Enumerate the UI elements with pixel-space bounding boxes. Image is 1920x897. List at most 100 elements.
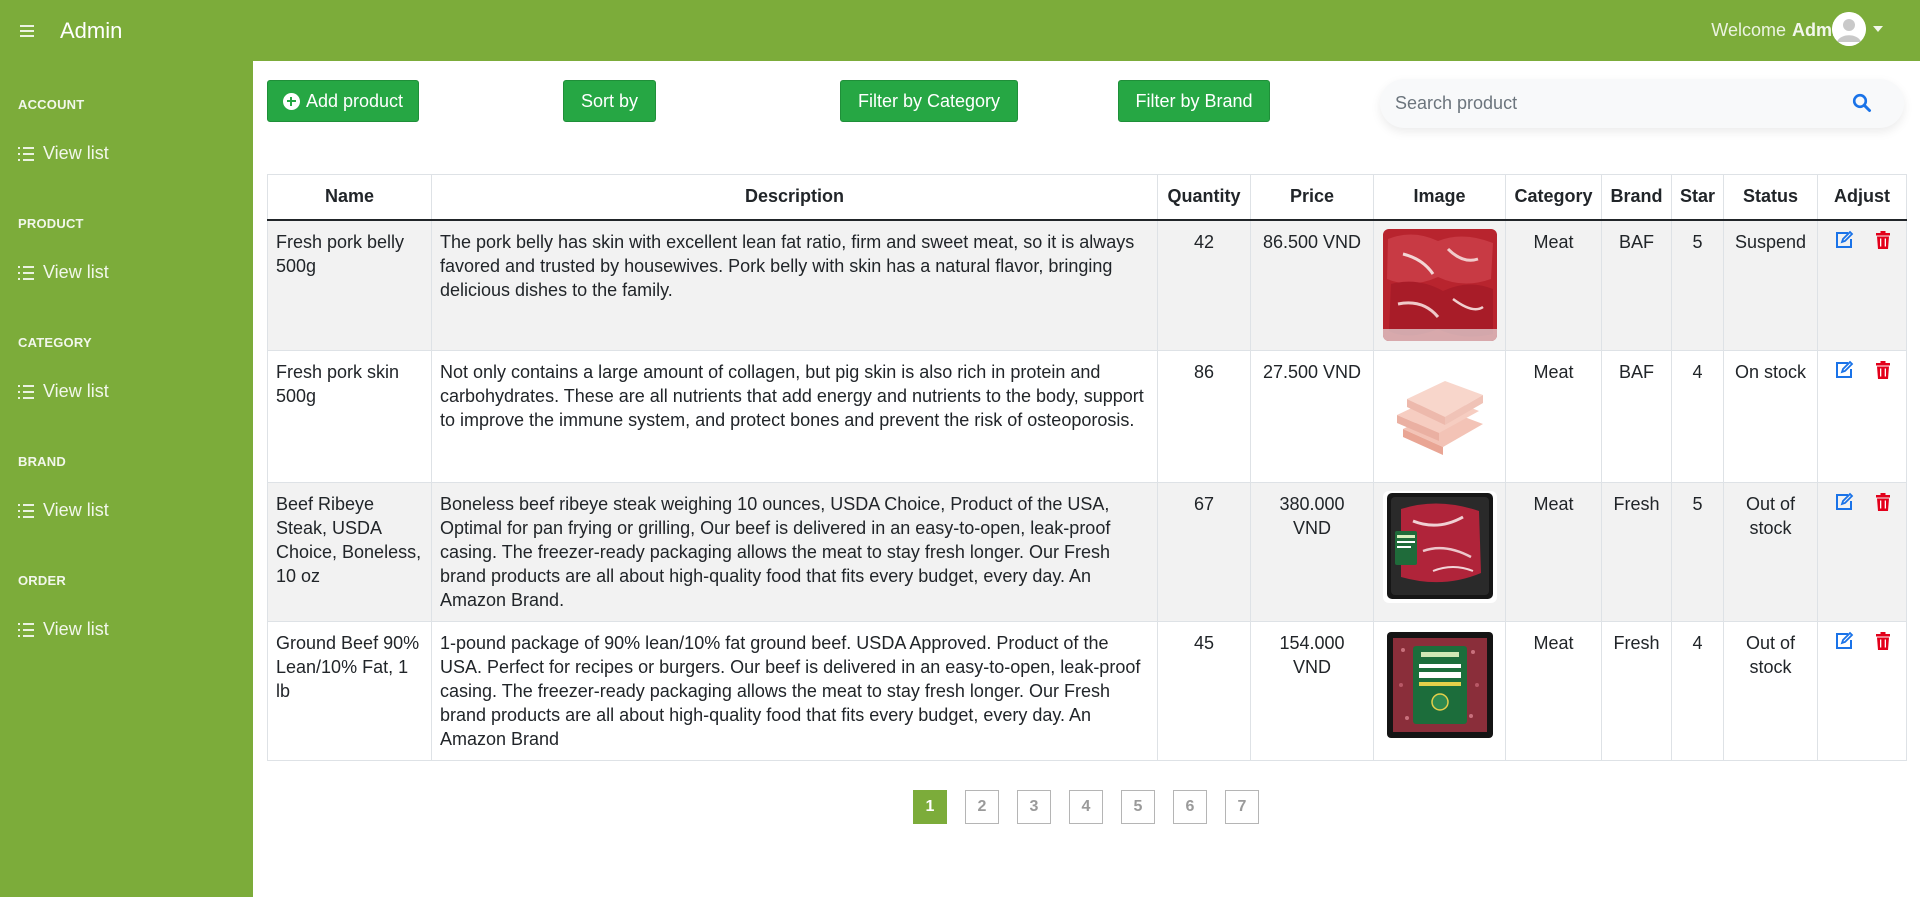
cell-brand: BAF [1601,350,1672,483]
product-image-ground-beef [1382,630,1497,742]
cell-image [1373,350,1506,483]
cell-adjust [1817,482,1907,622]
products-table: Name Description Quantity Price Image Ca… [267,174,1907,761]
sidebar-item-account-view-list[interactable]: View list [18,143,109,164]
page-1-button[interactable]: 1 [913,790,947,824]
column-header-quantity[interactable]: Quantity [1157,174,1251,221]
cell-status: On stock [1723,350,1818,483]
sidebar: ACCOUNT View list PRODUCT View list CATE… [0,61,253,897]
search-icon[interactable] [1852,93,1872,113]
top-bar: Admin [0,0,1920,61]
list-icon [18,504,34,518]
list-icon [18,385,34,399]
cell-brand: Fresh [1601,621,1672,761]
cell-brand: BAF [1601,219,1672,351]
column-header-adjust[interactable]: Adjust [1817,174,1907,221]
cell-brand: Fresh [1601,482,1672,622]
list-icon [18,266,34,280]
cell-description: The pork belly has skin with excellent l… [431,219,1158,351]
column-header-name[interactable]: Name [267,174,432,221]
list-icon [18,147,34,161]
caret-down-icon[interactable] [1873,26,1883,32]
page-2-button[interactable]: 2 [965,790,999,824]
cell-category: Meat [1505,350,1602,483]
page-6-button[interactable]: 6 [1173,790,1207,824]
page-3-button[interactable]: 3 [1017,790,1051,824]
product-image-pork-skin [1382,359,1497,471]
cell-quantity: 86 [1157,350,1251,483]
cell-description: Not only contains a large amount of coll… [431,350,1158,483]
cell-star: 5 [1671,482,1724,622]
page-7-button[interactable]: 7 [1225,790,1259,824]
trash-icon[interactable] [1873,360,1893,380]
cell-image [1373,219,1506,351]
sidebar-section-category: CATEGORY [18,335,92,350]
app-title: Admin [60,17,123,43]
cell-status: Out of stock [1723,482,1818,622]
cell-description: Boneless beef ribeye steak weighing 10 o… [431,482,1158,622]
page-4-button[interactable]: 4 [1069,790,1103,824]
column-header-category[interactable]: Category [1505,174,1602,221]
trash-icon[interactable] [1873,631,1893,651]
table-row: Fresh pork skin 500g Not only contains a… [267,350,1907,483]
sidebar-item-label: View list [43,262,109,282]
cell-category: Meat [1505,482,1602,622]
column-header-brand[interactable]: Brand [1601,174,1672,221]
sidebar-item-label: View list [43,381,109,401]
cell-name: Ground Beef 90% Lean/10% Fat, 1 lb [267,621,432,761]
trash-icon[interactable] [1873,230,1893,250]
cell-category: Meat [1505,621,1602,761]
table-row: Beef Ribeye Steak, USDA Choice, Boneless… [267,482,1907,622]
column-header-price[interactable]: Price [1250,174,1374,221]
cell-status: Out of stock [1723,621,1818,761]
cell-quantity: 67 [1157,482,1251,622]
page-5-button[interactable]: 5 [1121,790,1155,824]
sort-by-button[interactable]: Sort by [563,80,656,122]
edit-icon[interactable] [1834,631,1854,651]
table-header-row: Name Description Quantity Price Image Ca… [267,174,1907,221]
filter-category-button[interactable]: Filter by Category [840,80,1018,122]
filter-brand-button[interactable]: Filter by Brand [1118,80,1270,122]
column-header-description[interactable]: Description [431,174,1158,221]
cell-image [1373,482,1506,622]
cell-price: 380.000 VND [1250,482,1374,622]
column-header-status[interactable]: Status [1723,174,1818,221]
edit-icon[interactable] [1834,230,1854,250]
sidebar-item-category-view-list[interactable]: View list [18,381,109,402]
product-image-ribeye [1382,491,1497,603]
sidebar-section-brand: BRAND [18,454,66,469]
cell-name: Fresh pork skin 500g [267,350,432,483]
pagination: 1 2 3 4 5 6 7 [913,790,1259,824]
cell-status: Suspend [1723,219,1818,351]
cell-adjust [1817,219,1907,351]
sidebar-section-product: PRODUCT [18,216,84,231]
product-image-pork-belly [1382,228,1497,341]
cell-category: Meat [1505,219,1602,351]
cell-price: 154.000 VND [1250,621,1374,761]
cell-image [1373,621,1506,761]
column-header-image[interactable]: Image [1373,174,1506,221]
add-product-button[interactable]: Add product [267,80,419,122]
sidebar-section-account: ACCOUNT [18,97,85,112]
cell-price: 27.500 VND [1250,350,1374,483]
cell-name: Fresh pork belly 500g [267,219,432,351]
search-bar [1380,79,1904,128]
sidebar-item-product-view-list[interactable]: View list [18,262,109,283]
column-header-star[interactable]: Star [1671,174,1724,221]
user-avatar-icon[interactable] [1832,12,1866,46]
cell-star: 5 [1671,219,1724,351]
cell-description: 1-pound package of 90% lean/10% fat grou… [431,621,1158,761]
trash-icon[interactable] [1873,492,1893,512]
sidebar-item-label: View list [43,500,109,520]
cell-quantity: 42 [1157,219,1251,351]
search-input[interactable] [1395,93,1815,114]
edit-icon[interactable] [1834,492,1854,512]
table-row: Ground Beef 90% Lean/10% Fat, 1 lb 1-pou… [267,621,1907,761]
sidebar-item-brand-view-list[interactable]: View list [18,500,109,521]
list-icon [18,623,34,637]
menu-icon[interactable] [20,24,34,37]
sidebar-section-order: ORDER [18,573,66,588]
edit-icon[interactable] [1834,360,1854,380]
cell-adjust [1817,350,1907,483]
sidebar-item-order-view-list[interactable]: View list [18,619,109,640]
